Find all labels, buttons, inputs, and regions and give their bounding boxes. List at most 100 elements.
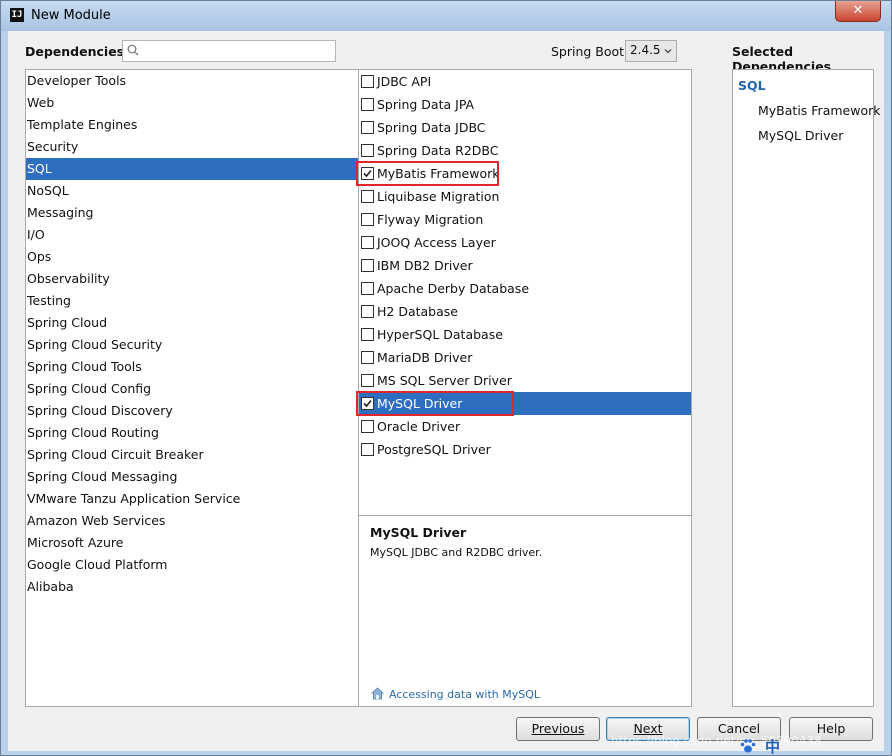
dependency-label: Apache Derby Database <box>377 281 530 296</box>
dependency-label: IBM DB2 Driver <box>377 258 473 273</box>
dependency-checkbox[interactable] <box>361 236 374 249</box>
dependency-checkbox[interactable] <box>361 144 374 157</box>
dependency-item[interactable]: MS SQL Server Driver <box>359 369 691 392</box>
home-icon <box>371 687 384 700</box>
dependency-label: PostgreSQL Driver <box>377 442 491 457</box>
search-input[interactable] <box>122 40 336 62</box>
category-item[interactable]: Spring Cloud Routing <box>26 422 358 444</box>
dependency-item[interactable]: Spring Data JDBC <box>359 116 691 139</box>
dependency-checkbox[interactable] <box>361 121 374 134</box>
dependency-checkbox[interactable] <box>361 328 374 341</box>
dependency-item[interactable]: Liquibase Migration <box>359 185 691 208</box>
guide-link[interactable]: Accessing data with MySQL <box>371 687 541 701</box>
search-icon <box>127 44 139 56</box>
category-item[interactable]: NoSQL <box>26 180 358 202</box>
ime-mode-char: 中 <box>765 738 781 756</box>
dependency-checkbox[interactable] <box>361 305 374 318</box>
guide-link-text: Accessing data with MySQL <box>389 688 541 701</box>
dependency-label: Oracle Driver <box>377 419 461 434</box>
dependency-item[interactable]: Spring Data R2DBC <box>359 139 691 162</box>
category-item[interactable]: Observability <box>26 268 358 290</box>
new-module-dialog: IJ New Module ✕ Dependencies Spring Boot… <box>0 0 892 756</box>
category-item[interactable]: Messaging <box>26 202 358 224</box>
category-item[interactable]: Spring Cloud Config <box>26 378 358 400</box>
dependency-label: HyperSQL Database <box>377 327 503 342</box>
dependency-label: Flyway Migration <box>377 212 484 227</box>
dependency-description: MySQL Driver MySQL JDBC and R2DBC driver… <box>359 515 691 706</box>
dependency-label: MS SQL Server Driver <box>377 373 512 388</box>
close-button[interactable]: ✕ <box>835 1 881 22</box>
spring-boot-version-value: 2.4.5 <box>630 43 661 57</box>
dependency-item[interactable]: MariaDB Driver <box>359 346 691 369</box>
spring-boot-label: Spring Boot <box>551 44 625 59</box>
category-item[interactable]: Web <box>26 92 358 114</box>
category-item[interactable]: Ops <box>26 246 358 268</box>
category-item[interactable]: VMware Tanzu Application Service <box>26 488 358 510</box>
category-item[interactable]: I/O <box>26 224 358 246</box>
category-item[interactable]: Developer Tools <box>26 70 358 92</box>
selected-dependencies-panel: SQL MyBatis Framework MySQL Driver <box>732 69 880 707</box>
dependency-checkbox[interactable] <box>361 351 374 364</box>
category-item[interactable]: Spring Cloud Tools <box>26 356 358 378</box>
dependency-checkbox[interactable] <box>361 98 374 111</box>
dependency-item[interactable]: JDBC API <box>359 70 691 93</box>
dependency-item[interactable]: Spring Data JPA <box>359 93 691 116</box>
category-item[interactable]: Testing <box>26 290 358 312</box>
dependency-checkbox[interactable] <box>361 374 374 387</box>
dependency-item[interactable]: PostgreSQL Driver <box>359 438 691 461</box>
dependency-checkbox[interactable] <box>361 259 374 272</box>
dependency-item[interactable]: Apache Derby Database <box>359 277 691 300</box>
highlight-box <box>356 391 514 416</box>
ime-indicator[interactable]: 中 <box>731 735 791 756</box>
category-item[interactable]: Amazon Web Services <box>26 510 358 532</box>
chevron-down-icon <box>664 49 672 54</box>
category-item[interactable]: SQL <box>26 158 358 180</box>
dependency-label: Spring Data R2DBC <box>377 143 499 158</box>
category-item[interactable]: Spring Cloud Messaging <box>26 466 358 488</box>
dependency-checkbox[interactable] <box>361 282 374 295</box>
title-bar: IJ New Module ✕ <box>1 1 891 31</box>
category-item[interactable]: Alibaba <box>26 576 358 598</box>
previous-button-label: Previous <box>531 721 585 736</box>
spring-boot-version-select[interactable]: 2.4.5 <box>625 40 677 62</box>
category-item[interactable]: Security <box>26 136 358 158</box>
dependency-label: JOOQ Access Layer <box>377 235 496 250</box>
selected-item-mysql-driver[interactable]: MySQL Driver <box>758 128 843 143</box>
category-item[interactable]: Spring Cloud <box>26 312 358 334</box>
dependency-item[interactable]: Flyway Migration <box>359 208 691 231</box>
dependencies-label: Dependencies <box>25 44 125 59</box>
category-item[interactable]: Spring Cloud Discovery <box>26 400 358 422</box>
dependency-item[interactable]: JOOQ Access Layer <box>359 231 691 254</box>
paw-icon <box>740 739 756 753</box>
dependency-checkbox[interactable] <box>361 420 374 433</box>
category-item[interactable]: Template Engines <box>26 114 358 136</box>
dependency-item[interactable]: Oracle Driver <box>359 415 691 438</box>
dependency-checkbox[interactable] <box>361 190 374 203</box>
dependency-item[interactable]: IBM DB2 Driver <box>359 254 691 277</box>
category-item[interactable]: Microsoft Azure <box>26 532 358 554</box>
category-item[interactable]: Spring Cloud Circuit Breaker <box>26 444 358 466</box>
previous-button[interactable]: Previous <box>516 717 600 741</box>
description-text: MySQL JDBC and R2DBC driver. <box>370 546 543 559</box>
category-item[interactable]: Spring Cloud Security <box>26 334 358 356</box>
dialog-body: Dependencies Spring Boot 2.4.5 Selected … <box>8 31 884 751</box>
dependency-label: Liquibase Migration <box>377 189 500 204</box>
dependency-checkbox[interactable] <box>361 75 374 88</box>
dependency-checkbox[interactable] <box>361 443 374 456</box>
description-title: MySQL Driver <box>370 525 467 540</box>
dependency-item[interactable]: H2 Database <box>359 300 691 323</box>
selected-category-sql: SQL <box>738 78 766 93</box>
dependency-label: MariaDB Driver <box>377 350 473 365</box>
dependency-checkbox[interactable] <box>361 213 374 226</box>
intellij-app-icon: IJ <box>10 8 24 22</box>
window-title: New Module <box>31 8 111 23</box>
dependency-item[interactable]: HyperSQL Database <box>359 323 691 346</box>
selected-item-mybatis[interactable]: MyBatis Framework <box>758 103 880 118</box>
dependency-list: JDBC API Spring Data JPA Spring Data JDBC S… <box>356 69 692 707</box>
dependency-label: JDBC API <box>377 74 432 89</box>
category-list: Developer Tools Web Template Engines Securi… <box>25 69 359 707</box>
highlight-box <box>356 161 499 186</box>
dependency-label: H2 Database <box>377 304 458 319</box>
category-item[interactable]: Google Cloud Platform <box>26 554 358 576</box>
dependency-label: Spring Data JDBC <box>377 120 486 135</box>
